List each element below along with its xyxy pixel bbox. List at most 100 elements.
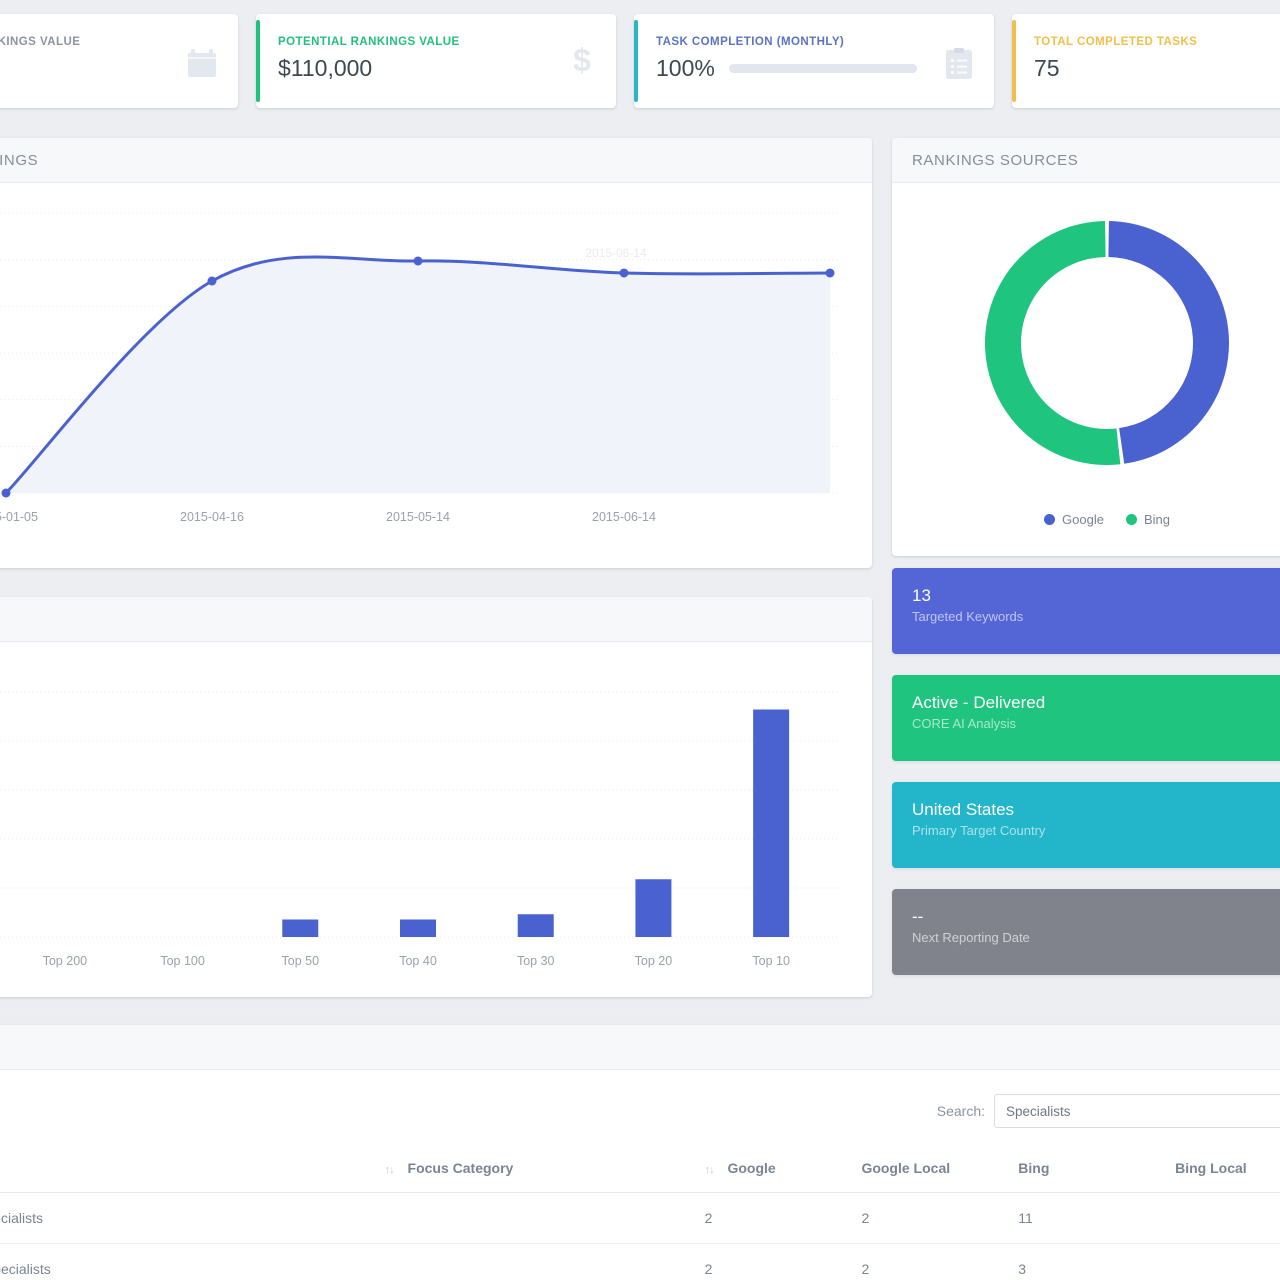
calendar-icon (188, 48, 216, 83)
tile-next-reporting-date[interactable]: -- Next Reporting Date (892, 889, 1280, 975)
tile-subtitle: CORE AI Analysis (912, 716, 1280, 731)
svg-text:Top 30: Top 30 (517, 954, 555, 968)
column-header-focus-category[interactable]: ↑↓ Focus Category (375, 1146, 695, 1193)
table-toolbar: Search: (0, 1070, 1280, 1146)
svg-text:Top 200: Top 200 (43, 954, 88, 968)
stat-card-potential-rankings-value[interactable]: POTENTIAL RANKINGS VALUE $110,000 $ (256, 14, 616, 108)
tile-value: United States (912, 799, 1280, 820)
cell-google: 2 (695, 1193, 852, 1244)
legend-dot-google (1044, 514, 1055, 525)
cell-google-local: 2 (851, 1193, 1008, 1244)
svg-text:2015-04-16: 2015-04-16 (180, 510, 244, 524)
stat-card-label: POTENTIAL RANKINGS VALUE (278, 36, 598, 48)
cell-google-local: 2 (851, 1244, 1008, 1280)
rankings-sources-panel: RANKINGS SOURCES Google Bing (892, 138, 1280, 556)
panel-header: ACTIVE KEYWORDS (0, 1025, 1280, 1070)
column-label: Google (727, 1160, 775, 1176)
table-row[interactable]: Franklin Orthopaedic Specialists 2 2 3 (0, 1244, 1280, 1280)
legend-dot-bing (1126, 514, 1137, 525)
svg-text:2015-06-14: 2015-06-14 (585, 246, 647, 260)
sort-icon[interactable]: ↑↓ (705, 1164, 714, 1176)
table-header-row: ↑↓ Keyword ↑↓ Focus Category ↑↓ Google (0, 1146, 1280, 1193)
svg-text:2015-06-14: 2015-06-14 (592, 510, 656, 524)
stat-card-value: $110,000 (278, 55, 598, 82)
cell-bing: 3 (1008, 1244, 1165, 1280)
active-keywords-panel: ACTIVE KEYWORDS Search: ↑↓ Keyword ↑↓ (0, 1025, 1280, 1280)
legend-label-bing: Bing (1144, 512, 1170, 527)
search-label: Search: (937, 1103, 985, 1119)
accent-stripe (1012, 20, 1016, 102)
stat-card-label: TOTAL COMPLETED TASKS (1034, 36, 1280, 48)
panel-title: ACTIVE KEYWORDS (0, 1039, 1280, 1056)
panel-header: RANKING POSITIONS (0, 597, 872, 642)
bar-chart[interactable]: Top 200Top 100Top 50Top 40Top 30Top 20To… (0, 642, 872, 992)
cell-keyword: Franklin Orthopedic Specialists (0, 1193, 375, 1244)
tile-subtitle: Next Reporting Date (912, 930, 1280, 945)
table-row[interactable]: Franklin Orthopedic Specialists 2 2 11 (0, 1193, 1280, 1244)
table-body-wrap: Search: ↑↓ Keyword ↑↓ Focus Category (0, 1070, 1280, 1280)
column-label: Google Local (861, 1160, 950, 1176)
tile-subtitle: Targeted Keywords (912, 609, 1280, 624)
tile-value: Active - Delivered (912, 692, 1280, 713)
donut-chart[interactable] (892, 183, 1280, 503)
stat-card-value: 498 (0, 55, 220, 82)
cell-bing: 11 (1008, 1193, 1165, 1244)
tile-primary-target-country[interactable]: United States Primary Target Country (892, 782, 1280, 868)
accent-stripe (256, 20, 260, 102)
tile-value: -- (912, 906, 1280, 927)
tile-subtitle: Primary Target Country (912, 823, 1280, 838)
cell-focus-category (375, 1244, 695, 1280)
total-earned-rankings-panel: TOTAL EARNED RANKINGS 2015-06-142015-01-… (0, 138, 872, 568)
clipboard-icon (946, 48, 972, 84)
active-keywords-table: ↑↓ Keyword ↑↓ Focus Category ↑↓ Google (0, 1146, 1280, 1280)
panel-header: RANKINGS SOURCES (892, 138, 1280, 183)
tile-targeted-keywords[interactable]: 13 Targeted Keywords (892, 568, 1280, 654)
svg-text:$: $ (573, 44, 591, 78)
stat-card-label: IMMEDIATE RANKINGS VALUE (0, 36, 220, 48)
legend-label-google: Google (1062, 512, 1104, 527)
column-header-google-local[interactable]: Google Local (851, 1146, 1008, 1193)
stat-card-value-text: 100% (656, 55, 715, 82)
svg-text:Top 20: Top 20 (635, 954, 673, 968)
bar-chart-body: Top 200Top 100Top 50Top 40Top 30Top 20To… (0, 642, 872, 997)
cell-bing-local (1165, 1193, 1280, 1244)
tile-value: 13 (912, 585, 1280, 606)
stat-card-row: IMMEDIATE RANKINGS VALUE 498 POTENTIAL R… (0, 14, 1280, 108)
stat-card-value-text: $110,000 (278, 55, 372, 82)
column-label: Bing (1018, 1160, 1049, 1176)
column-label: Focus Category (408, 1160, 514, 1176)
svg-text:2015-05-14: 2015-05-14 (386, 510, 450, 524)
stat-card-value: 75 (1034, 55, 1280, 82)
cell-keyword: Franklin Orthopaedic Specialists (0, 1244, 375, 1280)
panel-title: TOTAL EARNED RANKINGS (0, 152, 852, 169)
panel-title: RANKINGS SOURCES (912, 152, 1280, 169)
legend-item-bing[interactable]: Bing (1126, 512, 1170, 527)
legend-item-google[interactable]: Google (1044, 512, 1104, 527)
donut-legend: Google Bing (892, 512, 1280, 527)
svg-text:Top 100: Top 100 (160, 954, 205, 968)
sort-icon[interactable]: ↑↓ (385, 1164, 394, 1176)
line-chart[interactable]: 2015-06-142015-01-052015-04-162015-05-14… (0, 183, 872, 563)
task-completion-progress-bar (729, 64, 917, 73)
svg-text:Top 50: Top 50 (282, 954, 320, 968)
ranking-positions-panel: RANKING POSITIONS Top 200 Top 100 Top 50 To… (0, 597, 872, 997)
svg-text:Top 10: Top 10 (752, 954, 790, 968)
column-label: Bing Local (1175, 1160, 1247, 1176)
column-header-keyword[interactable]: ↑↓ Keyword (0, 1146, 375, 1193)
column-header-bing-local[interactable]: Bing Local (1165, 1146, 1280, 1193)
tile-core-ai-analysis[interactable]: Active - Delivered CORE AI Analysis (892, 675, 1280, 761)
table-body: Franklin Orthopedic Specialists 2 2 11 F… (0, 1193, 1280, 1280)
dashboard-page: IMMEDIATE RANKINGS VALUE 498 POTENTIAL R… (0, 0, 1280, 1280)
search-input[interactable] (994, 1094, 1280, 1128)
cell-bing-local (1165, 1244, 1280, 1280)
stat-card-value-text: 75 (1034, 55, 1060, 82)
cell-google: 2 (695, 1244, 852, 1280)
column-header-google[interactable]: ↑↓ Google (695, 1146, 852, 1193)
stat-card-immediate-rankings-value[interactable]: IMMEDIATE RANKINGS VALUE 498 (0, 14, 238, 108)
stat-card-task-completion[interactable]: TASK COMPLETION (MONTHLY) 100% (634, 14, 994, 108)
column-header-bing[interactable]: Bing (1008, 1146, 1165, 1193)
stat-card-total-completed-tasks[interactable]: TOTAL COMPLETED TASKS 75 (1012, 14, 1280, 108)
dollar-icon: $ (570, 44, 594, 83)
line-chart-body: 2015-06-142015-01-052015-04-162015-05-14… (0, 183, 872, 568)
cell-focus-category (375, 1193, 695, 1244)
